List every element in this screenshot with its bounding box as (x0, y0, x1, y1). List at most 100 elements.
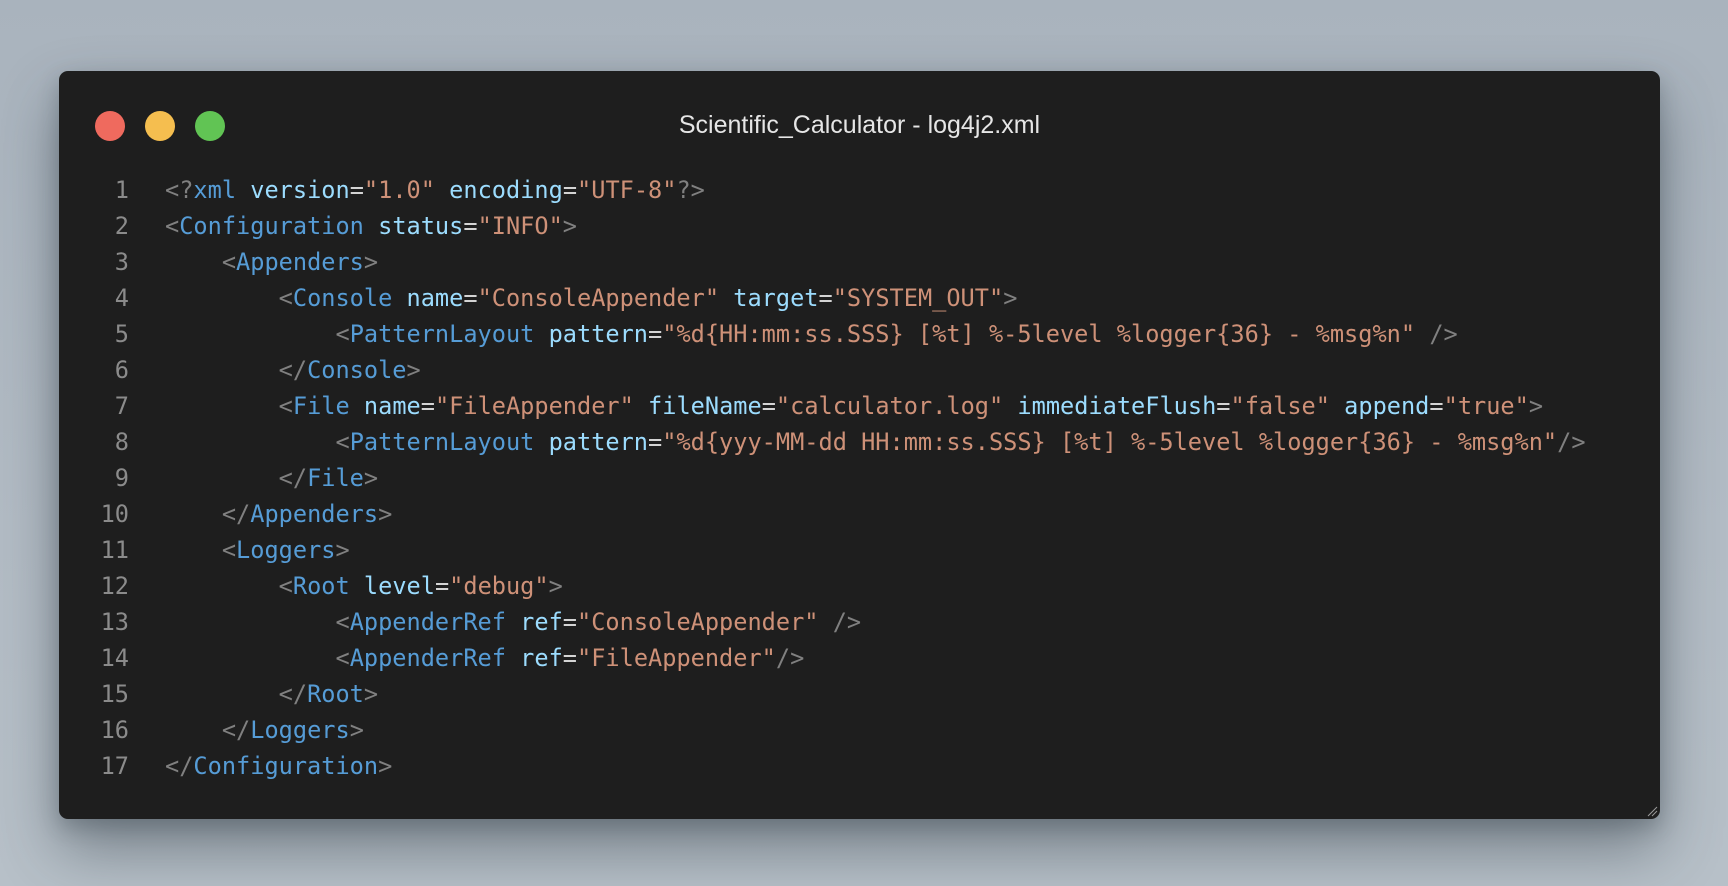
line-number: 4 (114, 284, 129, 312)
code-line[interactable]: 17 </Configuration> (59, 748, 1660, 784)
code-text: </File> (165, 460, 378, 496)
punctuation: > (1003, 284, 1018, 312)
punctuation: > (363, 680, 379, 708)
code-line[interactable]: 8 <PatternLayout pattern="%d{yyy-MM-dd H… (59, 424, 1660, 460)
line-number: 16 (100, 716, 129, 744)
attribute-value: "ConsoleAppender" (577, 608, 819, 636)
code-text: <AppenderRef ref="ConsoleAppender" /> (165, 604, 861, 640)
punctuation: > (363, 248, 379, 276)
code-line[interactable]: 14 <AppenderRef ref="FileAppender"/> (59, 640, 1660, 676)
code-text: <Configuration status="INFO"> (165, 208, 577, 244)
line-number: 9 (114, 464, 129, 492)
punctuation: /> (832, 608, 862, 636)
code-line[interactable]: 10 </Appenders> (59, 496, 1660, 532)
punctuation: < (165, 212, 180, 240)
attribute-value: "%d{HH:mm:ss.SSS} [%t] %-5level %logger{… (662, 320, 1416, 348)
line-number: 8 (114, 428, 129, 456)
code-line[interactable]: 7 <File name="FileAppender" fileName="ca… (59, 388, 1660, 424)
punctuation: < (335, 428, 350, 456)
attribute-name: fileName (648, 392, 762, 420)
code-line[interactable]: 6 </Console> (59, 352, 1660, 388)
title-bar: Scientific_Calculator - log4j2.xml (59, 71, 1660, 181)
punctuation: </ (278, 356, 308, 384)
tag-name: PatternLayout (349, 428, 535, 456)
code-line[interactable]: 16 </Loggers> (59, 712, 1660, 748)
attribute-name: target (733, 284, 819, 312)
code-line[interactable]: 3 <Appenders> (59, 244, 1660, 280)
attribute-name: append (1344, 392, 1430, 420)
tag-name: AppenderRef (349, 644, 506, 672)
attribute-name: pattern (548, 320, 649, 348)
code-text: </Loggers> (165, 712, 364, 748)
equals-sign: = (349, 176, 364, 204)
code-line[interactable]: 12 <Root level="debug"> (59, 568, 1660, 604)
tag-name: File (292, 392, 350, 420)
tag-name: Appenders (250, 500, 379, 528)
code-line[interactable]: 11 <Loggers> (59, 532, 1660, 568)
punctuation: </ (165, 752, 194, 780)
code-text: <Root level="debug"> (165, 568, 563, 604)
attribute-name: immediateFlush (1017, 392, 1217, 420)
punctuation: < (278, 572, 293, 600)
editor-window: Scientific_Calculator - log4j2.xml 1 <?xm… (59, 71, 1660, 819)
code-line[interactable]: 13 <AppenderRef ref="ConsoleAppender" /> (59, 604, 1660, 640)
attribute-value: "ConsoleAppender" (477, 284, 720, 312)
punctuation: > (378, 500, 393, 528)
code-line[interactable]: 2 <Configuration status="INFO"> (59, 208, 1660, 244)
attribute-name: ref (520, 608, 563, 636)
code-text: <Loggers> (165, 532, 350, 568)
attribute-name: encoding (449, 176, 563, 204)
punctuation: > (406, 356, 421, 384)
attribute-name: pattern (548, 428, 649, 456)
code-line[interactable]: 1 <?xml version="1.0" encoding="UTF-8"?> (59, 172, 1660, 208)
punctuation: < (221, 248, 237, 276)
tag-name: Console (292, 284, 393, 312)
punctuation: < (278, 392, 293, 420)
equals-sign: = (648, 320, 663, 348)
equals-sign: = (818, 284, 833, 312)
code-editor[interactable]: 1 <?xml version="1.0" encoding="UTF-8"?> 2… (59, 172, 1660, 784)
attribute-name: name (363, 392, 421, 420)
tag-name: Loggers (250, 716, 350, 744)
resize-handle-icon[interactable] (1646, 805, 1658, 817)
line-number: 1 (114, 176, 129, 204)
punctuation: > (548, 572, 563, 600)
tag-name: PatternLayout (349, 320, 535, 348)
code-text: <PatternLayout pattern="%d{yyy-MM-dd HH:… (165, 424, 1585, 460)
equals-sign: = (434, 572, 450, 600)
line-number: 3 (114, 248, 129, 276)
tag-name: Configuration (193, 752, 379, 780)
attribute-name: status (378, 212, 464, 240)
punctuation: </ (221, 716, 251, 744)
attribute-value: "FileAppender" (434, 392, 634, 420)
equals-sign: = (562, 176, 578, 204)
line-number: 10 (100, 500, 129, 528)
equals-sign: = (562, 608, 578, 636)
code-line[interactable]: 15 </Root> (59, 676, 1660, 712)
punctuation: < (335, 320, 350, 348)
attribute-value: "true" (1443, 392, 1529, 420)
code-line[interactable]: 9 </File> (59, 460, 1660, 496)
code-line[interactable]: 4 <Console name="ConsoleAppender" target… (59, 280, 1660, 316)
punctuation: /> (775, 644, 805, 672)
line-number: 2 (114, 212, 129, 240)
tag-name: Console (307, 356, 407, 384)
punctuation: </ (221, 500, 251, 528)
attribute-name: version (250, 176, 350, 204)
attribute-name: ref (520, 644, 563, 672)
code-line[interactable]: 5 <PatternLayout pattern="%d{HH:mm:ss.SS… (59, 316, 1660, 352)
code-text: <PatternLayout pattern="%d{HH:mm:ss.SSS}… (165, 316, 1457, 352)
punctuation: </ (278, 464, 308, 492)
